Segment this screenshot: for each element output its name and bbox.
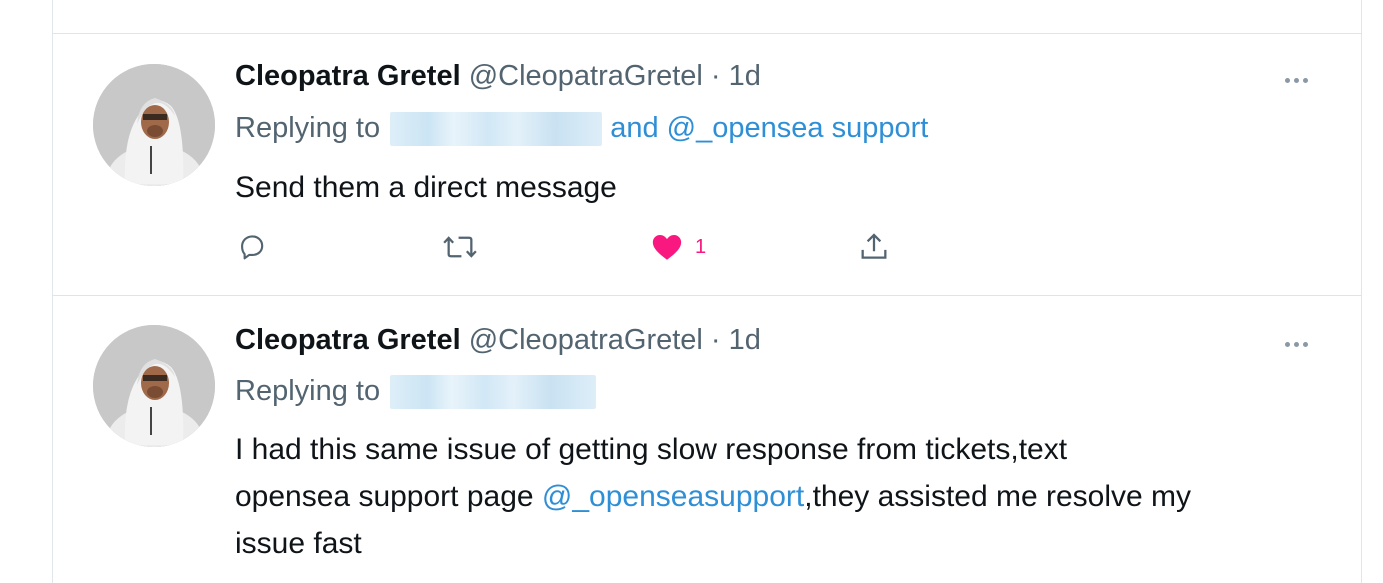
share-icon [861, 233, 887, 259]
tweet-text-line: I had this same issue of getting slow re… [235, 433, 1068, 466]
retweet-icon [443, 236, 477, 258]
action-bar: 1 [235, 227, 935, 267]
more-icon[interactable] [1283, 70, 1317, 90]
replying-label: Replying to [235, 112, 381, 144]
text-segment: opensea support page [235, 480, 542, 513]
replying-to: Replying to [235, 373, 597, 410]
replying-to: Replying to and @_opensea support [235, 110, 929, 147]
separator: · [710, 60, 721, 92]
redacted-handle [390, 375, 597, 410]
avatar[interactable] [93, 64, 215, 186]
tweet-text: I had this same issue of getting slow re… [235, 426, 1325, 567]
heart-icon [652, 234, 682, 260]
more-icon[interactable] [1283, 334, 1317, 354]
tweet-header: Cleopatra Gretel @CleopatraGretel · 1d [235, 322, 761, 358]
tweet-text-line: opensea support page @_openseasupport,th… [235, 473, 1325, 520]
like-count: 1 [695, 235, 707, 258]
tweet-header: Cleopatra Gretel @CleopatraGretel · 1d [235, 58, 761, 94]
redacted-handle [390, 112, 603, 147]
replying-and: and [610, 112, 659, 144]
reply-icon [241, 235, 264, 260]
user-handle[interactable]: @CleopatraGretel [469, 60, 703, 92]
separator: · [710, 324, 721, 356]
display-name[interactable]: Cleopatra Gretel [235, 60, 461, 92]
like-button[interactable]: 1 [649, 227, 706, 267]
retweet-button[interactable] [441, 227, 479, 267]
share-button[interactable] [857, 227, 891, 267]
user-handle[interactable]: @CleopatraGretel [469, 324, 703, 356]
tweet[interactable]: Cleopatra Gretel @CleopatraGretel · 1d R… [53, 34, 1361, 295]
text-segment: ,they assisted me resolve my [804, 480, 1192, 513]
avatar[interactable] [93, 325, 215, 447]
mention-link[interactable]: @_opensea support [667, 112, 929, 144]
tweet[interactable]: Cleopatra Gretel @CleopatraGretel · 1d R… [53, 296, 1361, 583]
timestamp[interactable]: 1d [729, 324, 761, 356]
tweet-text-line: issue fast [235, 527, 362, 560]
reply-button[interactable] [235, 227, 269, 267]
tweet-text: Send them a direct message [235, 171, 617, 204]
mention-link[interactable]: @_openseasupport [542, 480, 804, 513]
timestamp[interactable]: 1d [729, 60, 761, 92]
replying-label: Replying to [235, 375, 381, 407]
display-name[interactable]: Cleopatra Gretel [235, 324, 461, 356]
